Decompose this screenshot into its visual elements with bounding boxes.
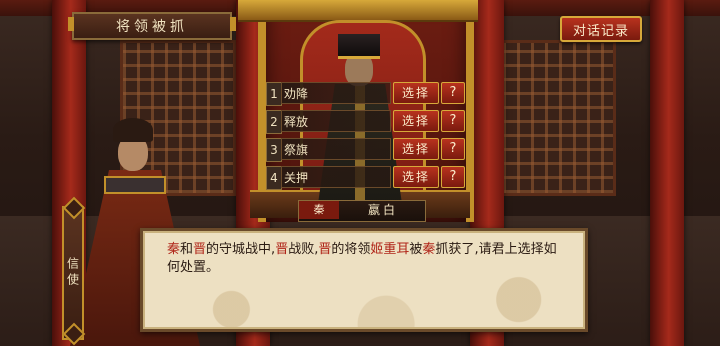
dialogue-highlight: 姬重耳	[370, 242, 410, 257]
dialogue-highlight: 秦	[167, 242, 181, 257]
choice-number: 4	[266, 166, 282, 190]
help-button[interactable]: ?	[441, 166, 465, 188]
ruler-name: 嬴白	[367, 203, 398, 217]
dialogue-highlight: 秦	[422, 242, 436, 257]
event-title: 将领被抓	[116, 19, 188, 35]
dialogue-segment: 和	[180, 242, 194, 257]
speaker-tag: 信使	[62, 206, 84, 340]
dialogue-log-button[interactable]: 对话记录	[560, 16, 642, 42]
choose-button[interactable]: 选择	[393, 110, 439, 132]
dialogue-highlight: 晋	[275, 242, 289, 257]
choose-button[interactable]: 选择	[393, 138, 439, 160]
ruler-state: 秦	[299, 201, 339, 219]
choice-label: 劝降	[281, 82, 391, 104]
envoy-tablet	[104, 176, 166, 194]
choice-row: 4 关押 选择 ?	[266, 166, 466, 190]
choice-number: 3	[266, 138, 282, 162]
choice-number: 2	[266, 110, 282, 134]
help-button[interactable]: ?	[441, 138, 465, 160]
choice-number: 1	[266, 82, 282, 106]
help-button[interactable]: ?	[441, 110, 465, 132]
choose-button[interactable]: 选择	[393, 166, 439, 188]
ruler-crown	[338, 34, 380, 59]
lattice-window-right	[500, 40, 616, 196]
ruler-name-bar: 秦 嬴白	[298, 200, 426, 222]
pillar-right	[650, 0, 684, 346]
choice-row: 1 劝降 选择 ?	[266, 82, 466, 106]
dialogue-text: 秦和晋的守城战中,晋战败,晋的将领姬重耳被秦抓获了,请君上选择如何处置。	[167, 241, 567, 277]
event-title-plate: 将领被抓	[68, 12, 236, 40]
choice-row: 2 释放 选择 ?	[266, 110, 466, 134]
speaker-name: 信使	[65, 257, 80, 289]
dialogue-segment: 战败,	[288, 242, 319, 257]
dialogue-segment: 的守城战中,	[206, 242, 276, 257]
dialogue-segment: 抓获了	[435, 242, 475, 257]
choice-label: 释放	[281, 110, 391, 132]
dialogue-highlight: 晋	[318, 242, 332, 257]
envoy-hat	[113, 118, 153, 142]
dialogue-highlight: 晋	[193, 242, 207, 257]
choice-label: 关押	[281, 166, 391, 188]
dialogue-segment: 的将领	[331, 242, 371, 257]
help-button[interactable]: ?	[441, 82, 465, 104]
choice-row: 3 祭旗 选择 ?	[266, 138, 466, 162]
dialogue-segment: 被	[409, 242, 423, 257]
choose-button[interactable]: 选择	[393, 82, 439, 104]
dialogue-panel[interactable]: 秦和晋的守城战中,晋战败,晋的将领姬重耳被秦抓获了,请君上选择如何处置。	[140, 228, 588, 332]
choice-label: 祭旗	[281, 138, 391, 160]
throne-canopy	[238, 0, 478, 22]
